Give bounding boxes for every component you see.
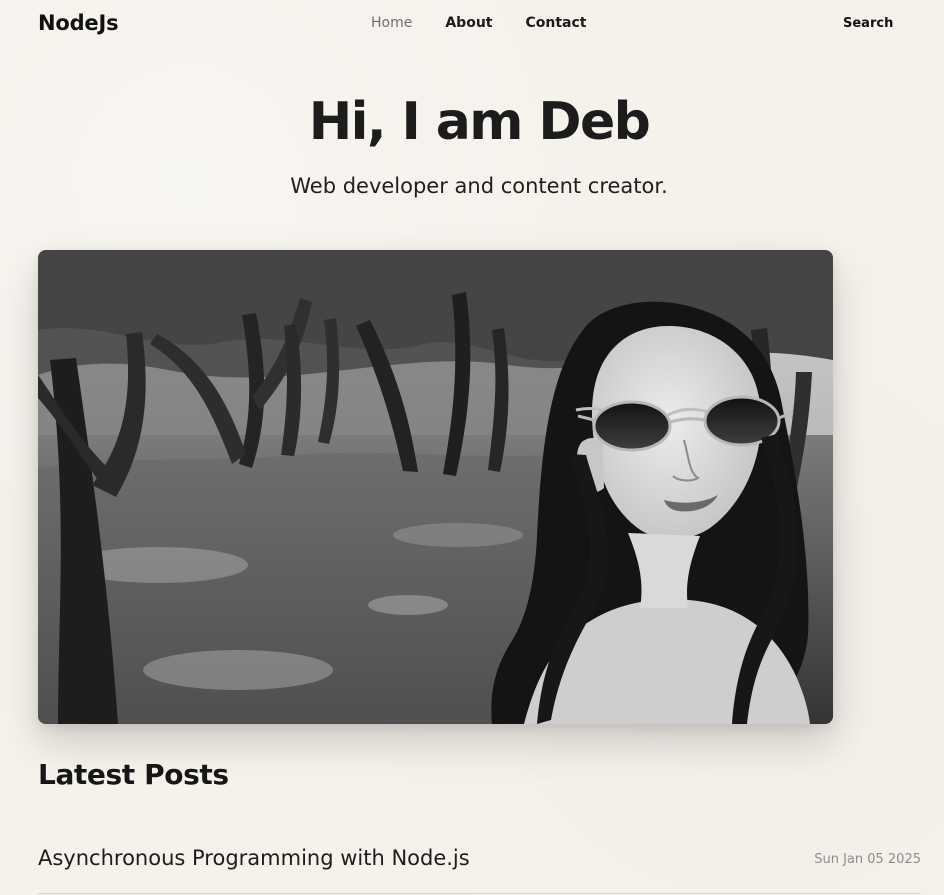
search-button[interactable]: Search	[843, 16, 893, 31]
hero-photo-illustration	[38, 250, 833, 724]
latest-posts-heading: Latest Posts	[38, 758, 229, 791]
site-header: NodeJs Home About Contact Search	[0, 0, 944, 50]
hero-title: Hi, I am Deb	[308, 92, 651, 152]
nav-about-link[interactable]: About	[445, 15, 492, 31]
post-list-item[interactable]: Asynchronous Programming with Node.js Su…	[38, 836, 921, 894]
post-date: Sun Jan 05 2025	[814, 852, 921, 867]
site-logo[interactable]: NodeJs	[38, 11, 119, 35]
nav-contact-link[interactable]: Contact	[525, 15, 586, 31]
post-title: Asynchronous Programming with Node.js	[38, 846, 470, 870]
nav-home-link[interactable]: Home	[371, 15, 412, 31]
main-nav: Home About Contact	[371, 15, 619, 31]
hero-subtitle: Web developer and content creator.	[290, 174, 668, 198]
hero-photo	[38, 250, 833, 724]
